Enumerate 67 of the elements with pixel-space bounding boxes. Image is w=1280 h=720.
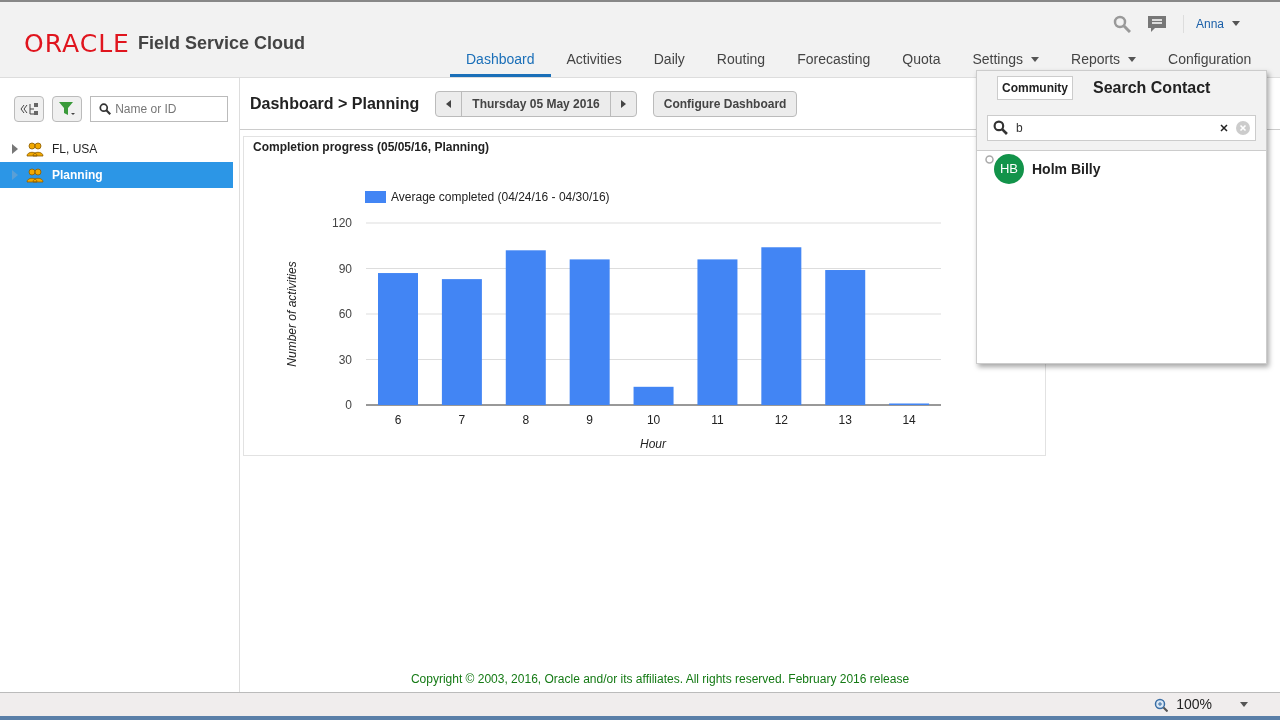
collapse-button[interactable] — [14, 96, 44, 122]
community-tab[interactable]: Community — [997, 76, 1073, 100]
nav-tab[interactable]: Configuration — [1152, 45, 1268, 77]
collapse-tree-icon — [18, 102, 40, 116]
x-axis-title: Hour — [640, 437, 666, 451]
x-tick-label: 8 — [522, 413, 530, 427]
tree-item[interactable]: FL, USA — [0, 136, 233, 162]
y-tick-label: 0 — [345, 398, 352, 412]
x-tick-label: 6 — [394, 413, 402, 427]
nav-tab[interactable]: Quota — [886, 45, 957, 77]
contact-avatar: HB — [994, 154, 1024, 184]
search-icon — [993, 120, 1008, 135]
search-field[interactable]: Name or ID — [115, 100, 219, 118]
right-arrow-icon — [620, 99, 626, 108]
caret-icon — [1232, 21, 1240, 27]
x-tick-label: 7 — [458, 413, 466, 427]
x-tick-label: 11 — [711, 413, 724, 427]
nav-tab[interactable]: Daily — [637, 45, 701, 77]
filter-button[interactable] — [52, 96, 82, 122]
y-tick-label: 60 — [338, 307, 352, 321]
bar — [633, 386, 674, 405]
product-name: Field Service Cloud — [137, 32, 305, 55]
nav-tab[interactable]: Routing — [700, 45, 782, 77]
oracle-logo: ORACLE — [24, 31, 130, 56]
contact-name: Holm Billy — [1032, 159, 1101, 179]
expand-icon[interactable] — [12, 144, 18, 154]
configure-dashboard-button[interactable]: Configure Dashboard — [652, 90, 798, 117]
x-tick-label: 10 — [646, 413, 661, 427]
x-tick-label: 12 — [774, 413, 788, 427]
legend-swatch — [365, 191, 386, 203]
x-tick-label: 13 — [838, 413, 852, 427]
y-tick-label: 30 — [338, 352, 352, 367]
nav-tab[interactable]: Forecasting — [781, 45, 887, 77]
breadcrumb: Dashboard > Planning — [250, 93, 420, 114]
copyright-text: Copyright © 2003, 2016, Oracle and/or its affiliates. All rights reserved. February 2016 release — [410, 671, 910, 688]
zoom-level: 100% — [1176, 695, 1212, 714]
date-label: Thursday 05 May 2016 — [471, 95, 601, 113]
search-icon — [99, 102, 112, 116]
y-tick-label: 90 — [338, 261, 352, 276]
contact-row[interactable]: HB Holm Billy — [977, 151, 1266, 187]
caret-icon — [1240, 702, 1248, 707]
nav-tab[interactable]: Dashboard — [450, 45, 551, 77]
nav-tab[interactable]: Settings — [956, 45, 1055, 77]
group-icon — [26, 167, 44, 183]
x-tick-label: 14 — [902, 413, 916, 427]
clear-icon[interactable] — [1220, 123, 1228, 132]
user-menu[interactable]: Anna — [1182, 14, 1240, 33]
contact-search-box[interactable]: b — [987, 114, 1256, 141]
nav-tab[interactable]: Reports — [1055, 45, 1153, 77]
zoom-dropdown[interactable] — [1240, 702, 1248, 707]
nav-tab[interactable]: Activities — [550, 45, 638, 77]
y-axis-title: Number of activities — [285, 261, 299, 367]
widget-title: Completion progress (05/05/16, Planning) — [252, 139, 491, 156]
y-tick-label: 120 — [331, 216, 352, 230]
legend-label: Average completed (04/24/16 - 04/30/16) — [391, 190, 610, 204]
chat-icon[interactable] — [1146, 14, 1167, 33]
search-box[interactable]: Name or ID — [90, 96, 228, 122]
group-icon — [26, 141, 44, 157]
search-icon[interactable] — [1112, 14, 1131, 33]
popup-title: Search Contact — [1093, 78, 1211, 98]
status-circle-icon — [985, 155, 994, 164]
x-tick-label: 9 — [586, 413, 593, 427]
tree-item-label: FL, USA — [52, 141, 98, 158]
zoom-icon — [1154, 697, 1169, 712]
tree-item-label: Planning — [52, 167, 103, 184]
left-arrow-icon — [446, 99, 452, 108]
filter-icon — [58, 101, 76, 117]
